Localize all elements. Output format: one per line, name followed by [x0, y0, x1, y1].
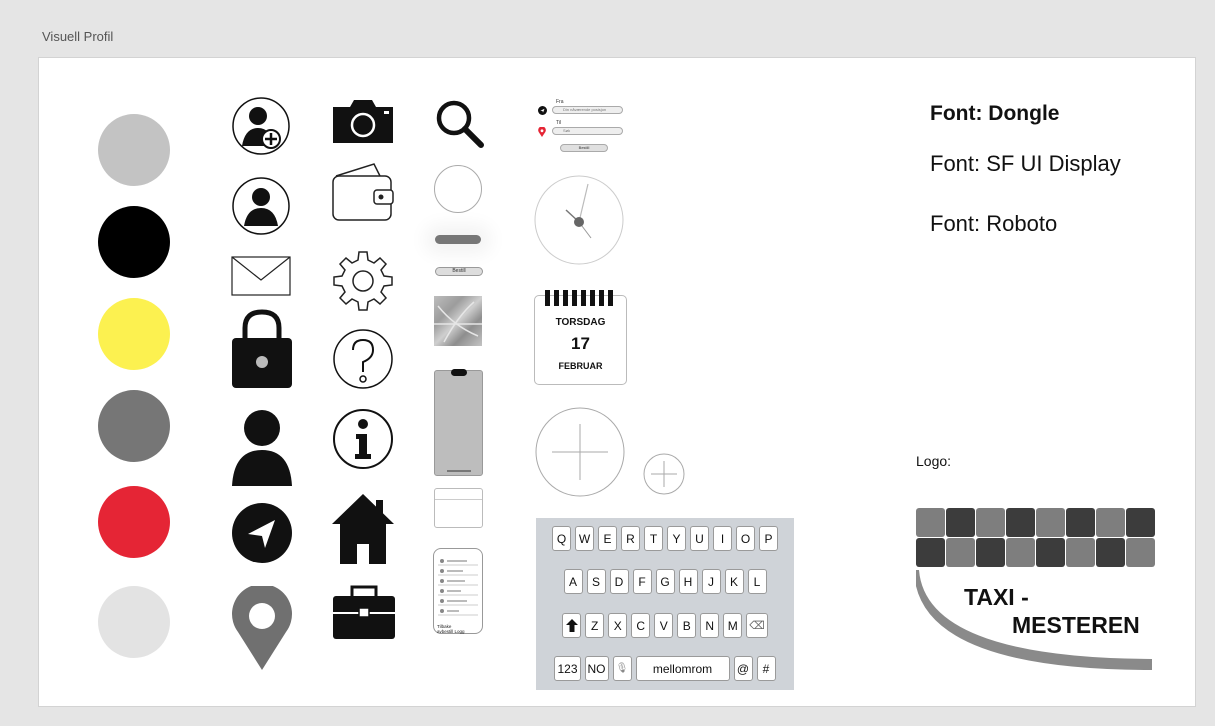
navigation-small-icon	[538, 106, 547, 115]
color-swatch-pale-gray	[98, 586, 170, 658]
logo-label: Logo:	[916, 453, 952, 469]
menu-screen-preview	[433, 548, 483, 634]
mail-icon	[231, 256, 291, 296]
calendar-month: FEBRUAR	[558, 361, 603, 371]
card-outline	[434, 488, 483, 528]
key-n[interactable]: N	[700, 613, 720, 638]
route-form: Fra Din nåværende posisjon Til Søk Besti…	[535, 98, 631, 158]
key-v[interactable]: V	[654, 613, 674, 638]
home-icon	[332, 492, 394, 564]
calendar-widget: TORSDAG 17 FEBRUAR	[534, 290, 627, 385]
clock-icon	[533, 174, 625, 266]
key-b[interactable]: B	[677, 613, 697, 638]
color-swatch-dark-gray	[98, 390, 170, 462]
color-swatch-black	[98, 206, 170, 278]
navigation-icon	[231, 502, 293, 564]
keyboard: Q W E R T Y U I O P A S D F G H J K L Z …	[536, 518, 794, 690]
shift-arrow-icon	[565, 619, 578, 632]
camera-icon	[332, 98, 394, 144]
key-p[interactable]: P	[759, 526, 778, 551]
key-e[interactable]: E	[598, 526, 617, 551]
font-roboto-label: Font: Roboto	[930, 211, 1058, 236]
location-pin-icon	[231, 586, 293, 672]
small-add-button[interactable]	[643, 453, 685, 495]
style-guide-canvas: Bestill Tilbake avbestill Logg Fra Din n…	[38, 57, 1196, 707]
font-sf-label: Font: SF UI Display	[930, 151, 1121, 176]
key-s[interactable]: S	[586, 569, 606, 594]
key-y[interactable]: Y	[667, 526, 686, 551]
logo-text-bottom: MESTEREN	[1012, 612, 1140, 638]
key-w[interactable]: W	[575, 526, 594, 551]
key-r[interactable]: R	[621, 526, 640, 551]
info-icon	[332, 408, 394, 470]
from-label: Fra	[556, 99, 564, 105]
key-t[interactable]: T	[644, 526, 663, 551]
color-swatch-light-gray	[98, 114, 170, 186]
phone-home-indicator	[447, 470, 471, 472]
briefcase-icon	[332, 584, 396, 640]
key-z[interactable]: Z	[585, 613, 605, 638]
empty-circle-button[interactable]	[434, 165, 482, 213]
key-i[interactable]: I	[713, 526, 732, 551]
location-pin-small-icon	[538, 127, 546, 137]
color-swatch-red	[98, 486, 170, 558]
wallet-icon	[332, 162, 394, 222]
backspace-key[interactable]: ⌫	[746, 613, 768, 638]
small-bestill-button[interactable]: Bestill	[435, 267, 483, 276]
help-icon	[332, 328, 394, 390]
logo-text-top: TAXI -	[964, 584, 1029, 610]
menu-screen-bottom-text: Tilbake avbestill Logg	[437, 624, 465, 634]
from-input-placeholder: Din nåværende posisjon	[563, 107, 607, 112]
large-add-button[interactable]	[534, 406, 626, 498]
key-k[interactable]: K	[724, 569, 744, 594]
numbers-key[interactable]: 123	[554, 656, 581, 681]
shift-key[interactable]	[562, 613, 582, 638]
key-a[interactable]: A	[563, 569, 583, 594]
calendar-day: 17	[571, 334, 590, 353]
lock-icon	[231, 308, 293, 390]
to-input-placeholder: Søk	[563, 128, 571, 133]
map-thumbnail	[434, 296, 482, 346]
user-circle-icon	[231, 176, 291, 236]
phone-screen-frame	[434, 369, 483, 476]
key-u[interactable]: U	[690, 526, 709, 551]
phone-notch	[451, 369, 467, 376]
font-dongle-label: Font: Dongle	[930, 102, 1060, 125]
key-q[interactable]: Q	[552, 526, 571, 551]
order-button[interactable]: Bestill	[560, 144, 608, 152]
add-user-icon	[231, 96, 291, 156]
key-m[interactable]: M	[723, 613, 743, 638]
language-key[interactable]: NO	[584, 656, 609, 681]
at-key[interactable]: @	[733, 656, 753, 681]
shadow-pill-button[interactable]	[435, 235, 481, 244]
key-g[interactable]: G	[655, 569, 675, 594]
key-x[interactable]: X	[608, 613, 628, 638]
user-icon	[231, 408, 293, 488]
key-j[interactable]: J	[701, 569, 721, 594]
space-key[interactable]: mellomrom	[635, 656, 730, 681]
key-c[interactable]: C	[631, 613, 651, 638]
hash-key[interactable]: #	[756, 656, 776, 681]
frame-title: Visuell Profil	[42, 29, 114, 44]
microphone-key[interactable]: 🎙	[612, 656, 632, 681]
taxi-mesteren-logo: TAXI - MESTEREN	[914, 508, 1156, 678]
key-h[interactable]: H	[678, 569, 698, 594]
calendar-weekday: TORSDAG	[555, 317, 606, 328]
gear-icon	[332, 250, 394, 312]
key-f[interactable]: F	[632, 569, 652, 594]
to-label: Til	[556, 120, 562, 126]
calendar-rings-icon	[545, 290, 613, 306]
key-d[interactable]: D	[609, 569, 629, 594]
key-l[interactable]: L	[747, 569, 767, 594]
key-o[interactable]: O	[736, 526, 755, 551]
search-icon	[433, 98, 485, 150]
color-swatch-yellow	[98, 298, 170, 370]
